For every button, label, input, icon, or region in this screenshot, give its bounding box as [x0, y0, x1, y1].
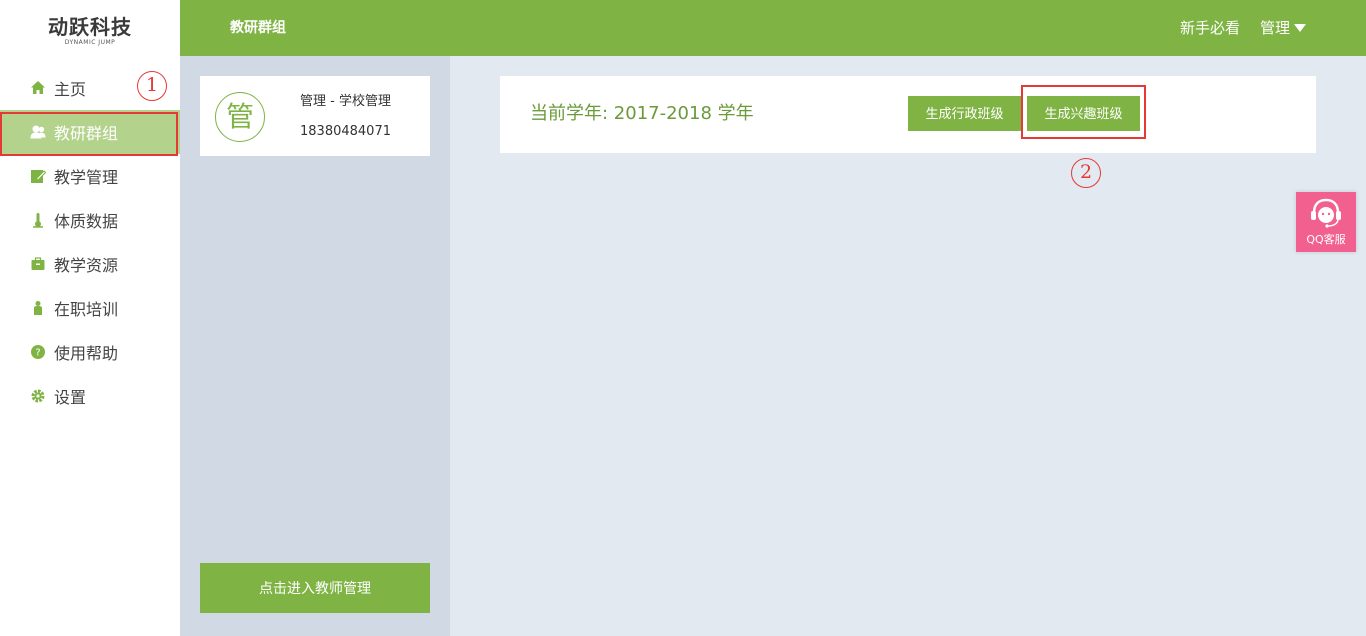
users-icon	[30, 124, 46, 140]
page-title: 教研群组	[230, 20, 286, 36]
help-icon: ?	[30, 344, 46, 360]
svg-text:?: ?	[35, 348, 40, 359]
home-icon	[30, 80, 46, 96]
sidebar-nav: 主页 教研群组 教学管理 体质数据 教学资源 在职培训 ? 使用帮助 设置	[0, 66, 180, 418]
group-panel: 管 管理 - 学校管理 18380484071 点击进入教师管理	[180, 56, 450, 636]
sidebar-item-label: 使用帮助	[54, 344, 119, 363]
caret-down-icon	[1294, 24, 1306, 32]
user-menu-label: 管理	[1259, 19, 1290, 37]
annotation-marker-2: 2	[1071, 158, 1101, 188]
qq-service-button[interactable]: QQ客服	[1296, 192, 1356, 252]
briefcase-icon	[30, 256, 46, 272]
user-menu[interactable]: 管理	[1260, 18, 1306, 38]
edit-icon	[30, 168, 46, 184]
annotation-marker-1: 1	[137, 71, 167, 101]
person-icon	[30, 300, 46, 316]
sidebar-item-help[interactable]: ? 使用帮助	[0, 330, 180, 374]
sidebar-item-label: 教学资源	[54, 256, 119, 275]
enter-teacher-management-button[interactable]: 点击进入教师管理	[200, 563, 430, 613]
logo[interactable]: 动跃科技 DYNAMIC JUMP	[0, 0, 180, 56]
top-bar: 教研群组 新手必看 管理	[180, 0, 1366, 56]
sidebar-item-settings[interactable]: 设置	[0, 374, 180, 418]
beginner-guide-link[interactable]: 新手必看	[1180, 18, 1240, 38]
sidebar-item-label: 主页	[54, 80, 87, 99]
logo-text: 动跃科技	[48, 15, 132, 39]
sidebar-item-training[interactable]: 在职培训	[0, 286, 180, 330]
qq-service-label: QQ客服	[1306, 233, 1346, 246]
sidebar-item-teaching-resources[interactable]: 教学资源	[0, 242, 180, 286]
profile-phone: 18380484071	[300, 124, 391, 139]
headset-icon	[1311, 198, 1341, 228]
sidebar-item-label: 在职培训	[54, 300, 119, 319]
sidebar-item-label: 设置	[54, 388, 87, 407]
thermometer-icon	[30, 212, 46, 228]
sidebar-item-label: 体质数据	[54, 212, 119, 231]
academic-year-label: 当前学年: 2017-2018 学年	[530, 103, 754, 124]
gear-icon	[30, 388, 46, 404]
academic-year-card: 当前学年: 2017-2018 学年 生成行政班级 生成兴趣班级	[500, 76, 1316, 153]
profile-name: 管理 - 学校管理	[300, 94, 391, 109]
avatar: 管	[215, 92, 265, 142]
sidebar-item-label: 教研群组	[54, 124, 119, 143]
sidebar-item-label: 教学管理	[54, 168, 119, 187]
generate-interest-class-button[interactable]: 生成兴趣班级	[1027, 96, 1140, 131]
generate-admin-class-button[interactable]: 生成行政班级	[908, 96, 1021, 131]
sidebar-item-teaching-management[interactable]: 教学管理	[0, 154, 180, 198]
topbar-actions: 新手必看 管理	[1180, 18, 1306, 38]
logo-subtext: DYNAMIC JUMP	[64, 39, 116, 46]
profile-card[interactable]: 管 管理 - 学校管理 18380484071	[200, 76, 430, 156]
sidebar-item-research-group[interactable]: 教研群组	[0, 110, 180, 154]
sidebar-item-physical-data[interactable]: 体质数据	[0, 198, 180, 242]
